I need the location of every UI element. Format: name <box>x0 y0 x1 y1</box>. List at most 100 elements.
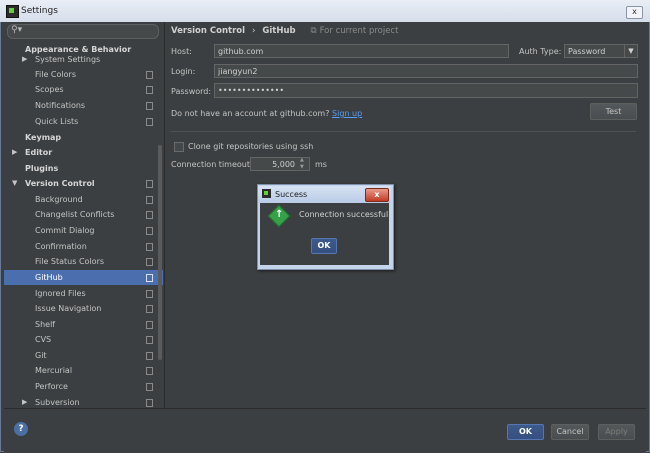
project-scope-icon <box>146 274 153 282</box>
sidebar-item-label: Background <box>35 195 83 204</box>
sidebar-item-label: System Settings <box>35 55 101 64</box>
sidebar-item-label: Shelf <box>35 320 56 329</box>
apply-button[interactable]: Apply <box>598 424 635 440</box>
project-scope-icon <box>146 196 153 204</box>
host-label: Host: <box>171 47 192 56</box>
sidebar-item-label: Issue Navigation <box>35 304 102 313</box>
window-close-button[interactable]: x <box>626 6 643 19</box>
sidebar-item-label: Ignored Files <box>35 289 86 298</box>
collapsed-arrow-icon[interactable]: ▶ <box>12 145 17 160</box>
project-scope-icon <box>146 383 153 391</box>
cancel-button[interactable]: Cancel <box>551 424 589 440</box>
project-scope-icon <box>146 367 153 375</box>
sidebar-item-label: GitHub <box>35 273 63 282</box>
sidebar-item[interactable]: Background <box>4 192 163 207</box>
project-scope-icon <box>146 211 153 219</box>
sidebar-item-label: Version Control <box>25 179 95 188</box>
project-scope-icon <box>146 258 153 266</box>
sidebar-item-label: CVS <box>35 335 52 344</box>
clone-ssh-label: Clone git repositories using ssh <box>188 142 314 151</box>
sidebar-item-label: Mercurial <box>35 366 73 375</box>
sidebar-item[interactable]: File Colors <box>4 67 163 82</box>
sidebar-item[interactable]: CVS <box>4 332 163 347</box>
account-prompt: Do not have an account at github.com? <box>171 109 330 118</box>
project-scope-icon <box>146 290 153 298</box>
project-scope-icon <box>146 180 153 188</box>
timeout-spinner[interactable]: ▲ ▼ <box>300 157 309 171</box>
dropdown-arrow-icon: ▼ <box>624 45 637 58</box>
project-scope-icon <box>146 352 153 360</box>
sidebar-item-label: Keymap <box>25 133 62 142</box>
help-button[interactable]: ? <box>14 422 28 436</box>
sidebar-item[interactable]: Confirmation <box>4 239 163 254</box>
sidebar-item-label: Commit Dialog <box>35 226 95 235</box>
project-scope-icon <box>146 243 153 251</box>
project-scope-icon <box>146 86 153 94</box>
sidebar-item[interactable]: Plugins <box>4 161 163 176</box>
sidebar-item[interactable]: File Status Colors <box>4 254 163 269</box>
sidebar-item-label: Quick Lists <box>35 117 79 126</box>
timeout-unit: ms <box>315 160 327 169</box>
sidebar-item[interactable]: ▶ System Settings <box>4 53 163 66</box>
window-title: Settings <box>21 6 58 16</box>
host-input[interactable]: github.com <box>214 44 509 58</box>
scope-label: For current project <box>319 26 399 36</box>
breadcrumb-parent[interactable]: Version Control <box>171 26 245 36</box>
sidebar-item-label: Scopes <box>35 85 64 94</box>
ok-button[interactable]: OK <box>507 424 544 440</box>
sidebar-item-label: Editor <box>25 148 53 157</box>
collapsed-arrow-icon[interactable]: ▶ <box>22 53 27 66</box>
sidebar-item[interactable]: Ignored Files <box>4 286 163 301</box>
sidebar-item[interactable]: Changelist Conflicts <box>4 207 163 222</box>
auth-type-value: Password <box>568 47 606 56</box>
project-scope-icon <box>146 336 153 344</box>
sidebar-item-label: Notifications <box>35 101 86 110</box>
auth-type-label: Auth Type: <box>519 47 562 56</box>
sidebar-item-label: Confirmation <box>35 242 87 251</box>
sidebar-item[interactable]: ▼ Version Control <box>4 176 163 191</box>
sidebar-item[interactable]: Commit Dialog <box>4 223 163 238</box>
sidebar-item[interactable]: Perforce <box>4 379 163 394</box>
sidebar-item[interactable]: Mercurial <box>4 363 163 378</box>
sidebar-item-label: File Colors <box>35 70 76 79</box>
button-bar <box>4 408 646 453</box>
sidebar-item[interactable]: Quick Lists <box>4 114 163 129</box>
sidebar-item[interactable]: Scopes <box>4 82 163 97</box>
sidebar-scrollbar[interactable] <box>158 145 162 360</box>
search-input[interactable] <box>7 24 159 39</box>
sidebar-item-label: File Status Colors <box>35 257 105 266</box>
project-scope-icon <box>146 305 153 313</box>
sidebar-item-label: Perforce <box>35 382 68 391</box>
test-button[interactable]: Test <box>590 103 637 120</box>
auth-type-select[interactable]: Password ▼ <box>564 44 638 58</box>
dialog-ok-button[interactable]: OK <box>311 238 337 254</box>
sidebar-item[interactable]: Issue Navigation <box>4 301 163 316</box>
dialog-app-icon <box>262 189 271 198</box>
sidebar-item[interactable]: Shelf <box>4 317 163 332</box>
project-scope-icon <box>146 118 153 126</box>
breadcrumb-current: GitHub <box>262 26 296 36</box>
dialog-close-button[interactable]: x <box>365 188 389 202</box>
scope-icon: ⧉ <box>310 26 317 36</box>
title-bar <box>0 0 650 23</box>
divider <box>170 131 636 132</box>
sidebar-item-label: Changelist Conflicts <box>35 210 115 219</box>
search-icon: ⚲▾ <box>11 25 23 35</box>
timeout-label: Connection timeout: <box>171 160 253 169</box>
dialog-title: Success <box>275 190 308 199</box>
sign-up-link[interactable]: Sign up <box>332 109 362 118</box>
sidebar-item[interactable]: Keymap <box>4 130 163 145</box>
project-scope-icon <box>146 321 153 329</box>
app-icon <box>6 5 19 18</box>
clone-ssh-checkbox[interactable] <box>174 142 184 152</box>
sidebar-item[interactable]: Notifications <box>4 98 163 113</box>
password-input[interactable]: •••••••••••••• <box>214 83 638 98</box>
account-text: Do not have an account at github.com? Si… <box>171 109 362 118</box>
login-label: Login: <box>171 67 196 76</box>
sidebar-item[interactable]: Git <box>4 348 163 363</box>
login-input[interactable]: jiangyun2 <box>214 64 638 78</box>
expanded-arrow-icon[interactable]: ▼ <box>12 176 17 191</box>
sidebar-item[interactable]: ▶ Editor <box>4 145 163 160</box>
project-scope-icon <box>146 399 153 407</box>
sidebar-item[interactable]: GitHub <box>4 270 163 285</box>
